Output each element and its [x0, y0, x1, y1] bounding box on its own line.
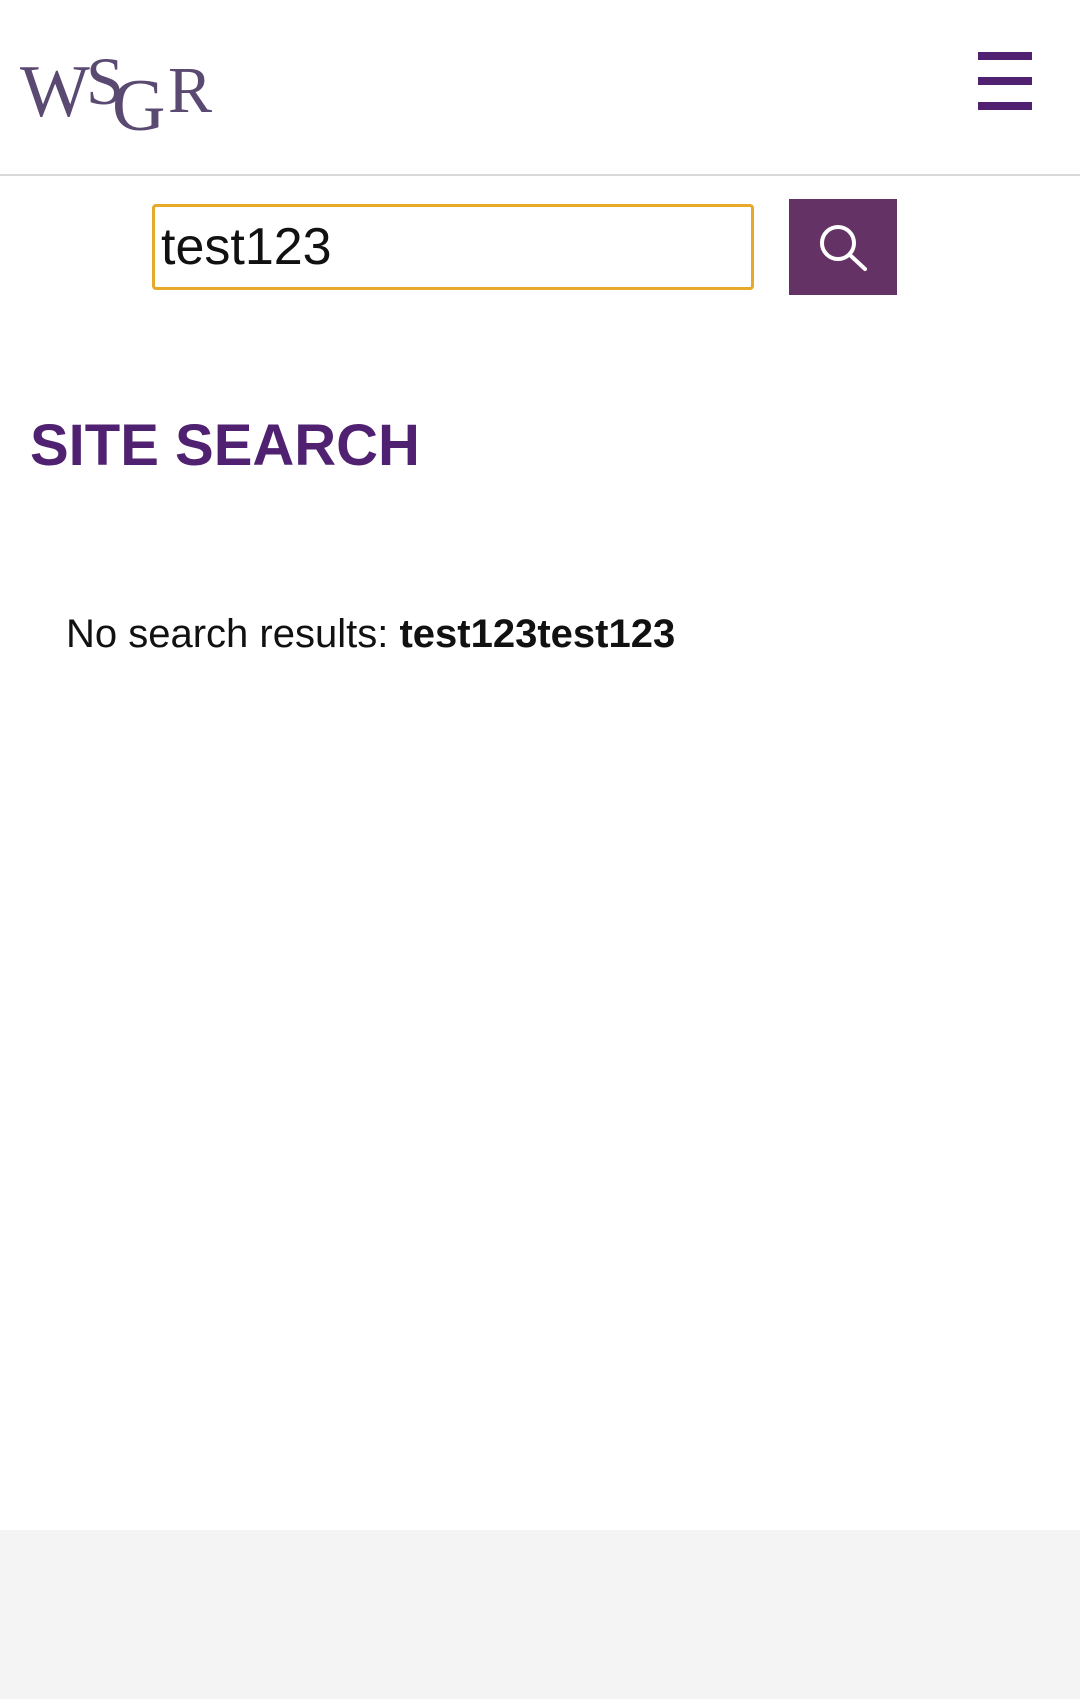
- site-header: W S G R: [0, 0, 1080, 176]
- search-bar: [0, 176, 1080, 306]
- svg-text:R: R: [168, 54, 212, 127]
- search-results-message: No search results: test123test123: [66, 608, 675, 660]
- page-footer: [0, 1530, 1080, 1699]
- search-icon: [820, 225, 867, 271]
- page-title: SITE SEARCH: [30, 413, 420, 478]
- svg-text:G: G: [112, 65, 165, 134]
- svg-text:W: W: [20, 51, 90, 133]
- site-logo[interactable]: W S G R: [18, 34, 228, 147]
- results-query: test123test123: [399, 612, 676, 656]
- search-input[interactable]: [152, 204, 754, 290]
- hamburger-menu-button[interactable]: [975, 52, 1035, 110]
- search-button[interactable]: [789, 199, 897, 295]
- results-prefix: No search results:: [66, 612, 389, 656]
- wsgr-logo-icon: W S G R: [20, 43, 212, 147]
